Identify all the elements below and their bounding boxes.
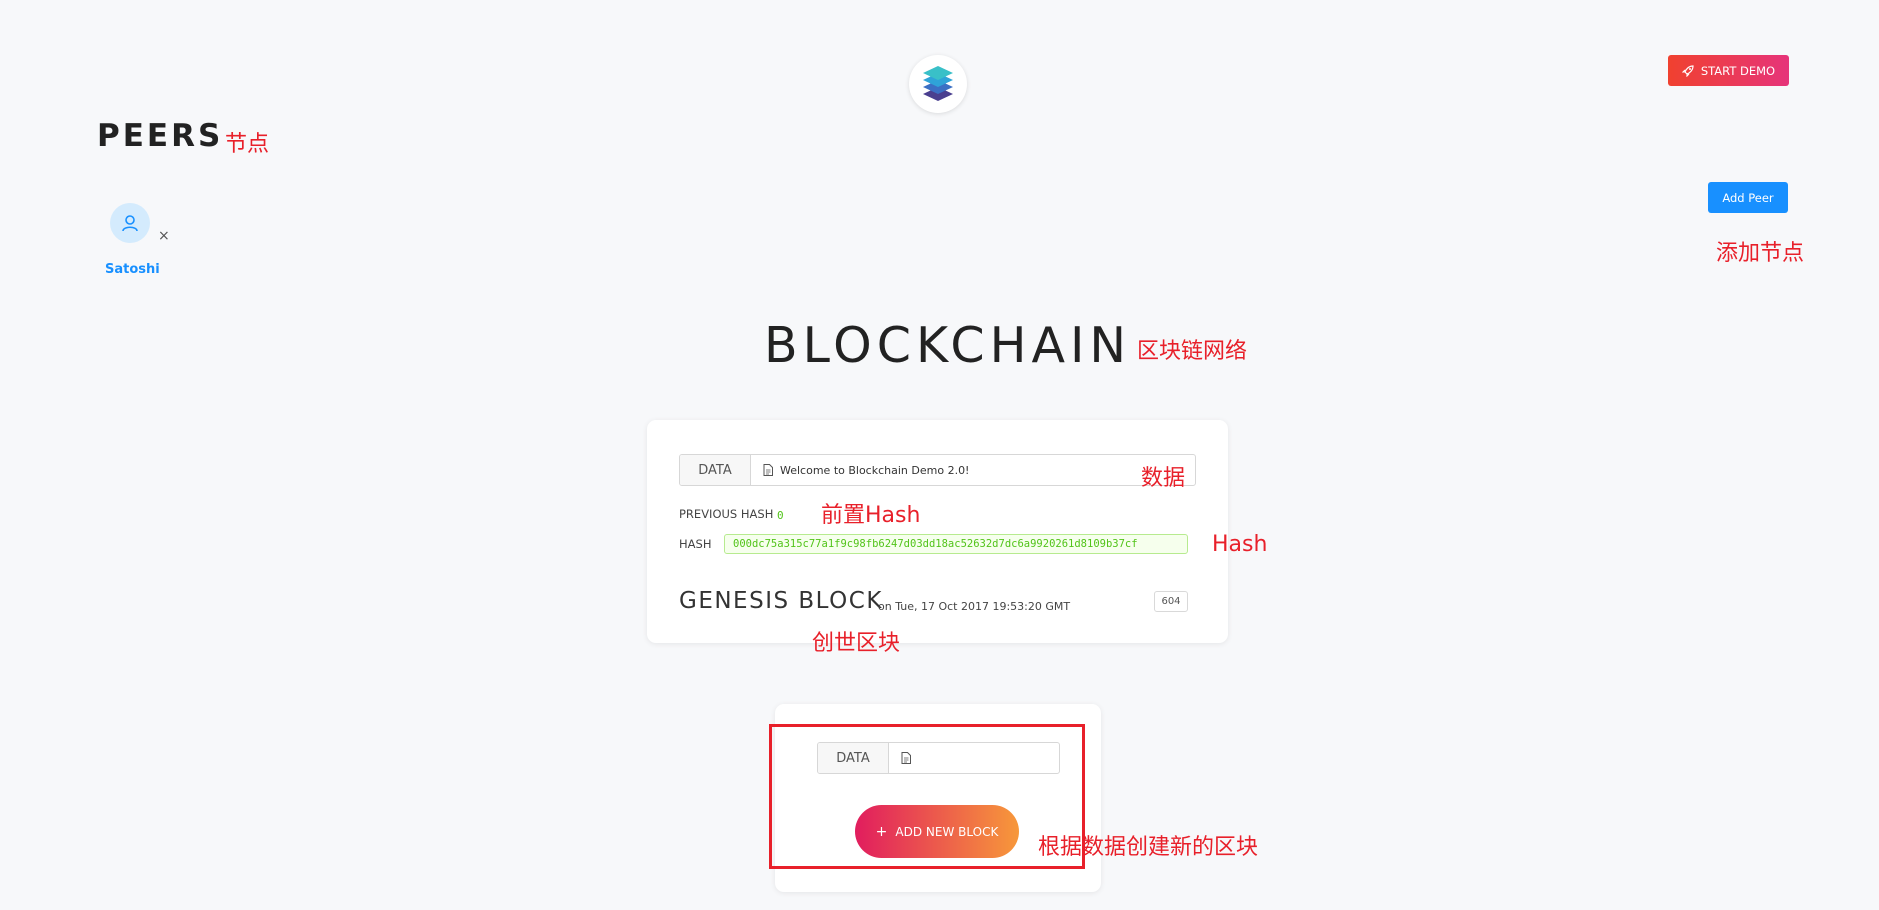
file-icon [901,752,911,764]
genesis-data-value: Welcome to Blockchain Demo 2.0! [780,463,970,477]
previous-hash-annotation: 前置Hash [821,503,921,528]
start-demo-button[interactable]: START DEMO [1668,55,1789,86]
peer-name[interactable]: Satoshi [105,262,160,277]
add-block-annotation: 根据数据创建新的区块 [1038,835,1259,860]
previous-hash-value: 0 [777,509,784,522]
hash-value: 000dc75a315c77a1f9c98fb6247d03dd18ac5263… [724,534,1188,554]
genesis-block-title: GENESIS BLOCK [679,588,883,614]
add-new-block-label: ADD NEW BLOCK [895,824,999,839]
new-block-data-field[interactable]: DATA [817,742,1060,774]
hash-label: HASH [679,537,712,551]
genesis-annotation: 创世区块 [812,631,901,656]
peers-annotation: 节点 [225,132,270,157]
genesis-block-date: on Tue, 17 Oct 2017 19:53:20 GMT [878,600,1071,613]
data-label: DATA [680,455,751,485]
nonce-badge: 604 [1154,591,1188,612]
blockchain-annotation: 区块链网络 [1137,339,1248,364]
add-peer-button[interactable]: Add Peer [1708,182,1788,213]
layers-logo-icon [923,66,953,101]
add-new-block-button[interactable]: + ADD NEW BLOCK [855,805,1019,858]
data-annotation: 数据 [1141,466,1186,491]
genesis-data-field[interactable]: DATA Welcome to Blockchain Demo 2.0! [679,454,1196,486]
remove-peer-close-icon[interactable]: × [158,228,170,244]
data-label: DATA [818,743,889,773]
peer-avatar[interactable] [110,203,150,243]
file-icon [763,464,773,476]
hash-annotation: Hash [1212,532,1268,557]
previous-hash-label: PREVIOUS HASH [679,507,774,521]
app-logo [909,55,967,113]
start-demo-label: START DEMO [1700,63,1776,78]
rocket-icon [1681,64,1694,77]
blockchain-heading: BLOCKCHAIN [764,317,1132,374]
add-peer-annotation: 添加节点 [1716,241,1805,266]
plus-icon: + [875,823,888,840]
peers-heading: PEERS [97,118,224,154]
user-icon [122,215,138,232]
